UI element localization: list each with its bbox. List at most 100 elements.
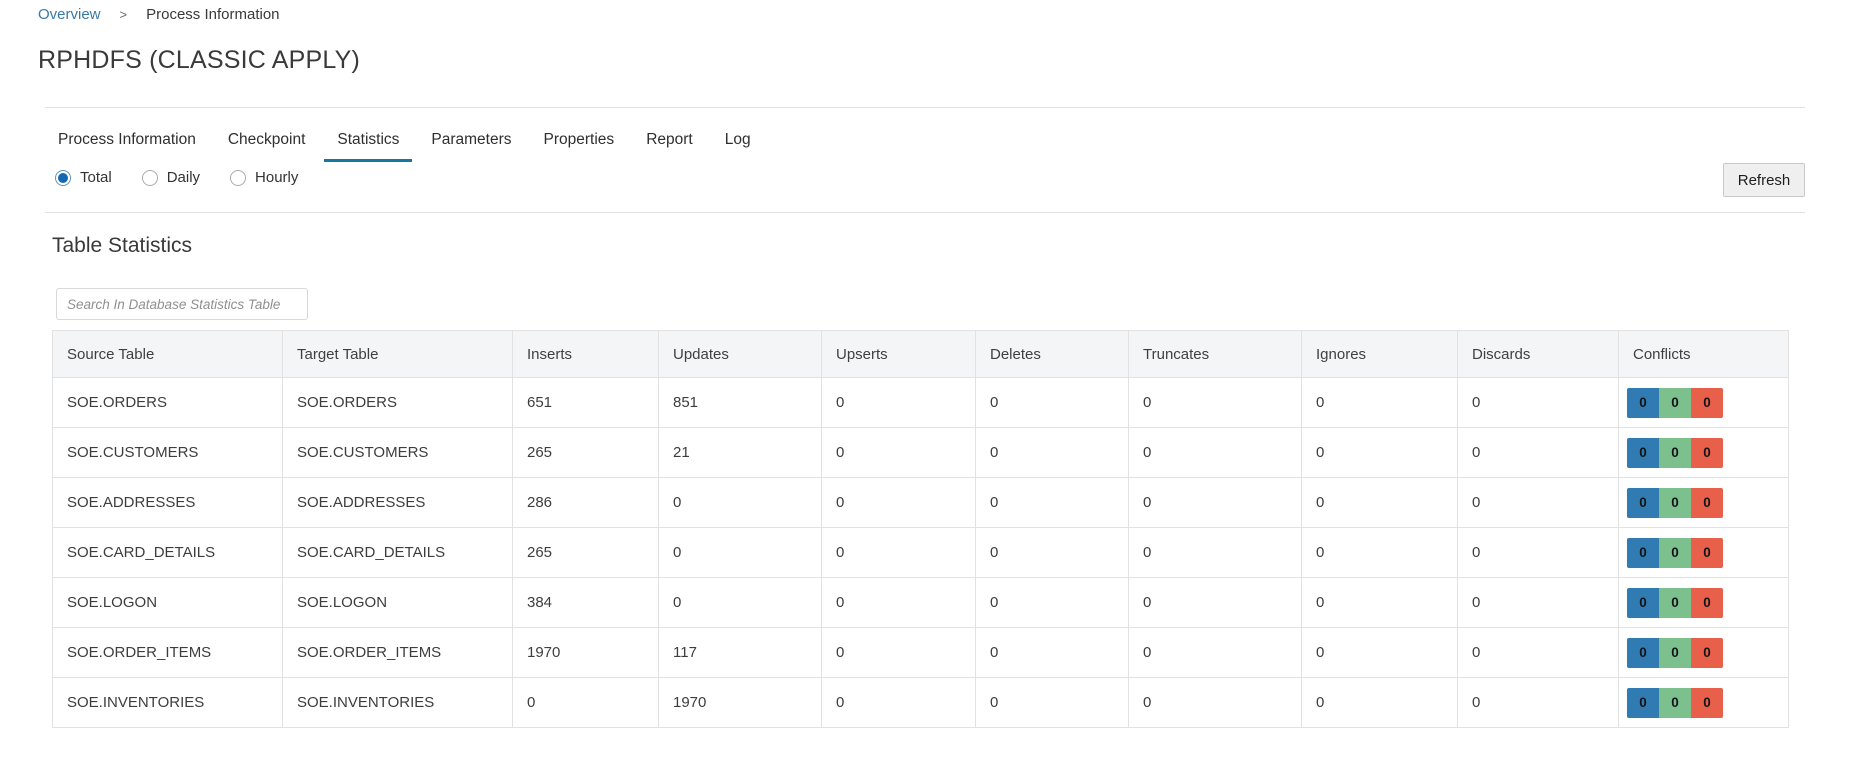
tab-checkpoint[interactable]: Checkpoint <box>215 130 319 162</box>
cell-discards: 0 <box>1457 527 1619 578</box>
cell-deletes: 0 <box>975 577 1129 628</box>
tab-parameters[interactable]: Parameters <box>418 130 524 162</box>
conflict-count-badge: 0 <box>1627 437 1659 468</box>
table-header-row: Source Table Target Table Inserts Update… <box>52 330 1789 378</box>
breadcrumb-link-overview[interactable]: Overview <box>38 6 101 23</box>
breadcrumb-separator: > <box>119 7 128 22</box>
cell-source-table: SOE.LOGON <box>52 577 283 628</box>
column-header-upserts: Upserts <box>821 330 976 378</box>
cell-truncates: 0 <box>1128 627 1302 678</box>
conflict-count-badge: 0 <box>1659 687 1691 718</box>
radio-hourly[interactable]: Hourly <box>230 169 298 186</box>
table-body: SOE.ORDERS SOE.ORDERS 651 851 0 0 0 0 0 … <box>52 377 1789 728</box>
tab-properties[interactable]: Properties <box>531 130 628 162</box>
cell-conflicts: 0 0 0 <box>1618 427 1789 478</box>
column-header-deletes: Deletes <box>975 330 1129 378</box>
tab-process-information[interactable]: Process Information <box>45 130 209 162</box>
tab-log[interactable]: Log <box>712 130 764 162</box>
table-row: SOE.CARD_DETAILS SOE.CARD_DETAILS 265 0 … <box>52 527 1789 578</box>
radio-total[interactable]: Total <box>55 169 112 186</box>
conflicts-badge: 0 0 0 <box>1627 587 1723 618</box>
conflict-count-badge: 0 <box>1691 537 1723 568</box>
radio-daily[interactable]: Daily <box>141 169 200 186</box>
tab-statistics[interactable]: Statistics <box>324 130 413 162</box>
column-header-updates: Updates <box>658 330 822 378</box>
cell-updates: 0 <box>658 477 822 528</box>
breadcrumb-current: Process Information <box>146 6 280 23</box>
conflicts-badge: 0 0 0 <box>1627 637 1723 668</box>
conflict-count-badge: 0 <box>1659 387 1691 418</box>
cell-ignores: 0 <box>1301 377 1458 428</box>
cell-deletes: 0 <box>975 677 1129 728</box>
cell-upserts: 0 <box>821 577 976 628</box>
radio-unselected-icon <box>141 169 158 186</box>
cell-updates: 1970 <box>658 677 822 728</box>
column-header-conflicts: Conflicts <box>1618 330 1789 378</box>
table-row: SOE.LOGON SOE.LOGON 384 0 0 0 0 0 0 0 0 … <box>52 577 1789 628</box>
search-input[interactable] <box>56 288 308 320</box>
cell-inserts: 651 <box>512 377 659 428</box>
conflict-count-badge: 0 <box>1627 587 1659 618</box>
cell-ignores: 0 <box>1301 677 1458 728</box>
conflict-count-badge: 0 <box>1627 387 1659 418</box>
header-divider <box>45 107 1805 108</box>
cell-conflicts: 0 0 0 <box>1618 377 1789 428</box>
cell-truncates: 0 <box>1128 377 1302 428</box>
page-title: RPHDFS (CLASSIC APPLY) <box>38 46 361 74</box>
radio-selected-icon <box>55 169 71 186</box>
cell-truncates: 0 <box>1128 427 1302 478</box>
cell-truncates: 0 <box>1128 577 1302 628</box>
conflict-count-badge: 0 <box>1691 587 1723 618</box>
cell-conflicts: 0 0 0 <box>1618 577 1789 628</box>
conflict-count-badge: 0 <box>1659 487 1691 518</box>
refresh-button[interactable]: Refresh <box>1723 163 1805 197</box>
breadcrumb: Overview > Process Information <box>38 6 280 23</box>
cell-truncates: 0 <box>1128 477 1302 528</box>
radio-total-label: Total <box>80 169 112 186</box>
conflict-count-badge: 0 <box>1659 437 1691 468</box>
cell-truncates: 0 <box>1128 677 1302 728</box>
cell-ignores: 0 <box>1301 577 1458 628</box>
cell-source-table: SOE.INVENTORIES <box>52 677 283 728</box>
table-row: SOE.ORDER_ITEMS SOE.ORDER_ITEMS 1970 117… <box>52 627 1789 678</box>
cell-target-table: SOE.CUSTOMERS <box>282 427 513 478</box>
radio-hourly-label: Hourly <box>255 169 299 186</box>
cell-upserts: 0 <box>821 377 976 428</box>
cell-target-table: SOE.ORDERS <box>282 377 513 428</box>
tab-bar: Process Information Checkpoint Statistic… <box>45 130 764 162</box>
cell-target-table: SOE.CARD_DETAILS <box>282 527 513 578</box>
cell-deletes: 0 <box>975 477 1129 528</box>
conflict-count-badge: 0 <box>1691 387 1723 418</box>
cell-inserts: 1970 <box>512 627 659 678</box>
cell-ignores: 0 <box>1301 627 1458 678</box>
column-header-ignores: Ignores <box>1301 330 1458 378</box>
cell-discards: 0 <box>1457 627 1619 678</box>
cell-upserts: 0 <box>821 627 976 678</box>
table-row: SOE.INVENTORIES SOE.INVENTORIES 0 1970 0… <box>52 677 1789 728</box>
cell-conflicts: 0 0 0 <box>1618 677 1789 728</box>
stats-interval-radio-group: Total Daily Hourly <box>55 169 298 186</box>
conflicts-badge: 0 0 0 <box>1627 687 1723 718</box>
cell-deletes: 0 <box>975 427 1129 478</box>
cell-target-table: SOE.INVENTORIES <box>282 677 513 728</box>
cell-source-table: SOE.ORDERS <box>52 377 283 428</box>
conflict-count-badge: 0 <box>1691 637 1723 668</box>
cell-updates: 21 <box>658 427 822 478</box>
conflicts-badge: 0 0 0 <box>1627 537 1723 568</box>
tab-report[interactable]: Report <box>633 130 706 162</box>
cell-updates: 0 <box>658 527 822 578</box>
cell-source-table: SOE.ADDRESSES <box>52 477 283 528</box>
conflict-count-badge: 0 <box>1627 487 1659 518</box>
conflicts-badge: 0 0 0 <box>1627 487 1723 518</box>
cell-target-table: SOE.LOGON <box>282 577 513 628</box>
cell-upserts: 0 <box>821 677 976 728</box>
cell-inserts: 286 <box>512 477 659 528</box>
radio-unselected-icon <box>230 169 247 186</box>
table-row: SOE.ADDRESSES SOE.ADDRESSES 286 0 0 0 0 … <box>52 477 1789 528</box>
cell-deletes: 0 <box>975 627 1129 678</box>
cell-inserts: 265 <box>512 427 659 478</box>
cell-ignores: 0 <box>1301 477 1458 528</box>
cell-target-table: SOE.ORDER_ITEMS <box>282 627 513 678</box>
cell-upserts: 0 <box>821 477 976 528</box>
cell-inserts: 0 <box>512 677 659 728</box>
